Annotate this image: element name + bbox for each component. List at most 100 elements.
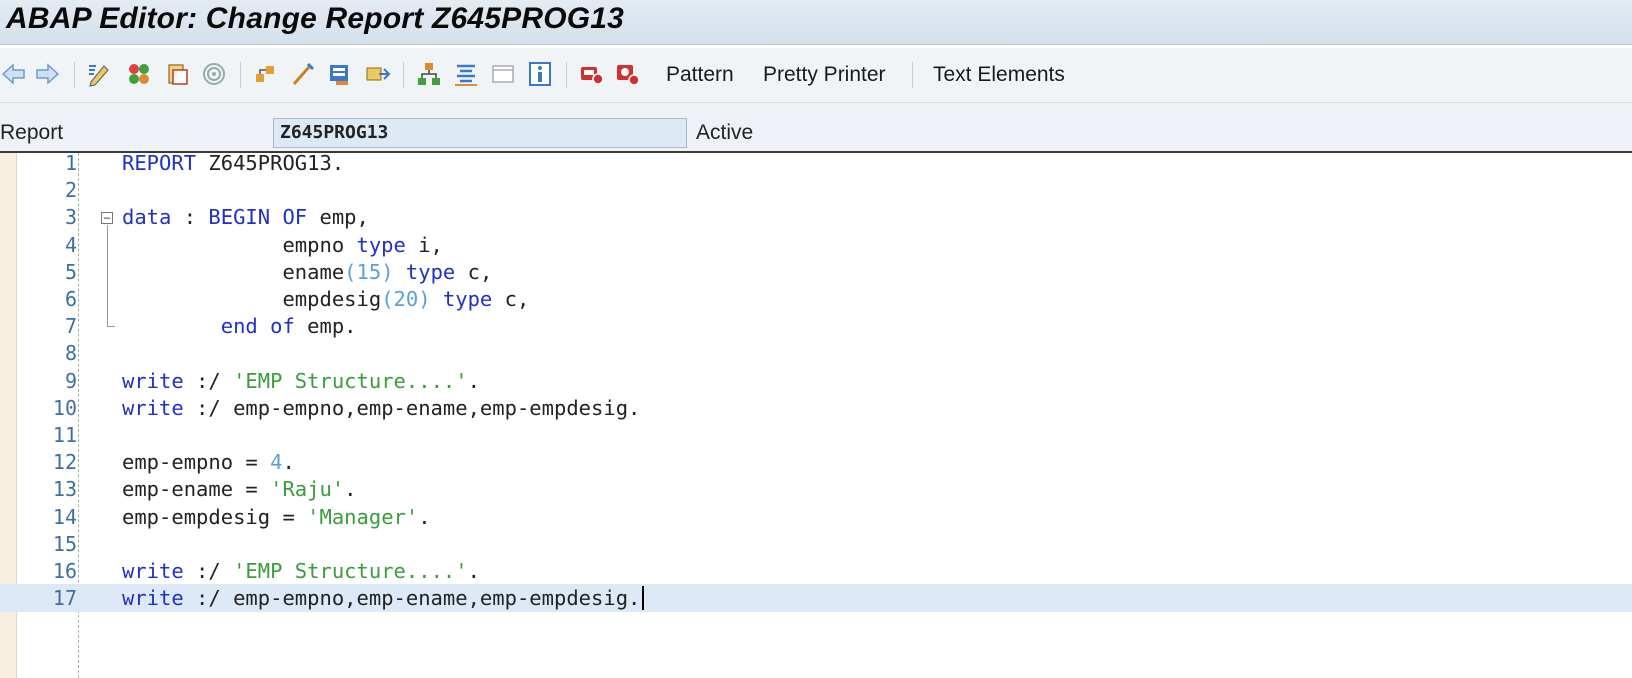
toolbar-separator: [566, 62, 567, 88]
code-text[interactable]: empno type i,: [122, 231, 443, 259]
code-token: write: [122, 559, 184, 583]
line-number: 11: [52, 423, 77, 447]
code-text[interactable]: end of emp.: [122, 312, 357, 340]
code-token: empno: [122, 232, 357, 257]
code-line[interactable]: 15: [0, 530, 1632, 558]
code-token: 4: [270, 450, 283, 475]
status-label: Active: [696, 121, 754, 144]
back-arrow-icon[interactable]: [0, 59, 28, 89]
code-text[interactable]: REPORT Z645PROG13.: [122, 149, 344, 177]
fold-toggle-icon[interactable]: −: [101, 212, 113, 224]
code-line[interactable]: 14 emp-empdesig = 'Manager'.: [0, 503, 1632, 531]
line-number: 4: [64, 232, 77, 257]
code-token: end of: [220, 314, 295, 339]
code-token: .: [467, 559, 480, 583]
code-line[interactable]: 4 empno type i,: [0, 231, 1632, 259]
pattern-button[interactable]: Pattern: [666, 63, 734, 87]
breakpoint-icon[interactable]: [577, 59, 607, 89]
code-editor[interactable]: 1 REPORT Z645PROG13. 2 3 data : BEGIN OF emp…: [0, 151, 1632, 678]
code-text[interactable]: write :/ 'EMP Structure....'.: [122, 367, 480, 395]
code-line[interactable]: 13 emp-ename = 'Raju'.: [0, 475, 1632, 503]
activate-icon[interactable]: [124, 59, 154, 89]
code-token: i,: [405, 232, 443, 257]
code-text[interactable]: emp-empno = 4.: [122, 448, 295, 476]
code-line[interactable]: 7 end of emp.: [0, 312, 1632, 340]
line-number: 12: [52, 450, 77, 475]
code-token: 'Manager': [307, 504, 419, 529]
code-token: type: [405, 259, 456, 284]
code-line[interactable]: 10 write :/ emp-empno,emp-ename,emp-empde…: [0, 394, 1632, 422]
code-token: emp.: [294, 314, 357, 339]
code-token: ename: [122, 259, 345, 284]
code-token: write: [122, 395, 184, 420]
fullscreen-icon[interactable]: [488, 59, 518, 89]
line-number: 6: [64, 287, 77, 311]
code-text[interactable]: data : BEGIN OF emp,: [122, 203, 369, 231]
fold-guide-end: [107, 326, 115, 327]
window-title: ABAP Editor: Change Report Z645PROG13: [6, 2, 625, 35]
pretty-printer-button[interactable]: Pretty Printer: [763, 63, 886, 87]
toolbar-separator: [74, 62, 75, 88]
code-token: .: [467, 368, 480, 393]
code-line[interactable]: 11: [0, 421, 1632, 449]
code-line[interactable]: 8: [0, 339, 1632, 367]
text-elements-button[interactable]: Text Elements: [933, 63, 1065, 87]
line-number: 3: [64, 205, 77, 230]
line-number: 14: [52, 504, 77, 529]
code-line[interactable]: 17 write :/ emp-empno,emp-ename,emp-empde…: [0, 584, 1632, 613]
navigation-icon[interactable]: [325, 59, 355, 89]
code-token: (15): [344, 259, 394, 284]
code-token: type: [356, 232, 406, 257]
code-token: 'Raju': [270, 477, 345, 502]
code-line[interactable]: 6 empdesig(20) type c,: [0, 285, 1632, 313]
code-token: :: [171, 205, 209, 230]
check-icon[interactable]: [199, 59, 229, 89]
code-text[interactable]: write :/ 'EMP Structure....'.: [122, 557, 480, 585]
hierarchy-icon[interactable]: [414, 59, 444, 89]
list-icon[interactable]: [451, 59, 481, 89]
code-line[interactable]: 5 ename(15) type c,: [0, 258, 1632, 286]
code-token: :/: [183, 559, 234, 583]
where-used-icon[interactable]: [251, 59, 281, 89]
line-number: 2: [64, 178, 77, 203]
code-line[interactable]: 2: [0, 176, 1632, 204]
code-token: :/ emp-empno,emp-ename,emp-empdesig.: [183, 586, 641, 611]
text-cursor: [642, 586, 645, 611]
code-token: data: [122, 205, 172, 230]
code-text[interactable]: emp-ename = 'Raju'.: [122, 475, 357, 503]
code-line[interactable]: 12 emp-empno = 4.: [0, 448, 1632, 476]
code-token: 'EMP Structure....': [233, 559, 468, 583]
code-line[interactable]: 9 write :/ 'EMP Structure....'.: [0, 367, 1632, 395]
code-text[interactable]: write :/ emp-empno,emp-ename,emp-empdesi…: [122, 394, 640, 422]
code-line[interactable]: 1 REPORT Z645PROG13.: [0, 149, 1632, 177]
code-token: Z645PROG13.: [196, 151, 345, 175]
code-token: (20): [381, 287, 431, 311]
info-icon[interactable]: [525, 59, 555, 89]
code-token: :/: [183, 368, 234, 393]
code-text[interactable]: emp-empdesig = 'Manager'.: [122, 503, 431, 531]
line-number: 5: [64, 259, 77, 284]
object-list-icon[interactable]: [288, 59, 318, 89]
line-number: 1: [64, 151, 77, 175]
display-change-icon[interactable]: [85, 59, 115, 89]
code-token: .: [418, 504, 431, 529]
forward-arrow-icon[interactable]: [33, 59, 63, 89]
code-text[interactable]: ename(15) type c,: [122, 258, 492, 286]
other-object-icon[interactable]: [162, 59, 192, 89]
code-text[interactable]: empdesig(20) type c,: [122, 285, 529, 313]
code-text[interactable]: write :/ emp-empno,emp-ename,emp-empdesi…: [122, 584, 645, 612]
fold-guide: [107, 225, 108, 326]
code-line[interactable]: 3 data : BEGIN OF emp,: [0, 203, 1632, 231]
toolbar-separator: [240, 62, 241, 88]
code-line[interactable]: 16 write :/ 'EMP Structure....'.: [0, 557, 1632, 585]
code-token: REPORT: [122, 151, 197, 175]
line-number: 10: [52, 395, 77, 420]
program-info-bar: Report Z645PROG13 Active: [0, 103, 1632, 153]
test-icon[interactable]: [362, 59, 392, 89]
session-breakpoint-icon[interactable]: [613, 59, 643, 89]
program-name-field[interactable]: Z645PROG13: [273, 118, 687, 148]
code-token: emp,: [307, 205, 369, 230]
line-number: 8: [64, 341, 77, 366]
